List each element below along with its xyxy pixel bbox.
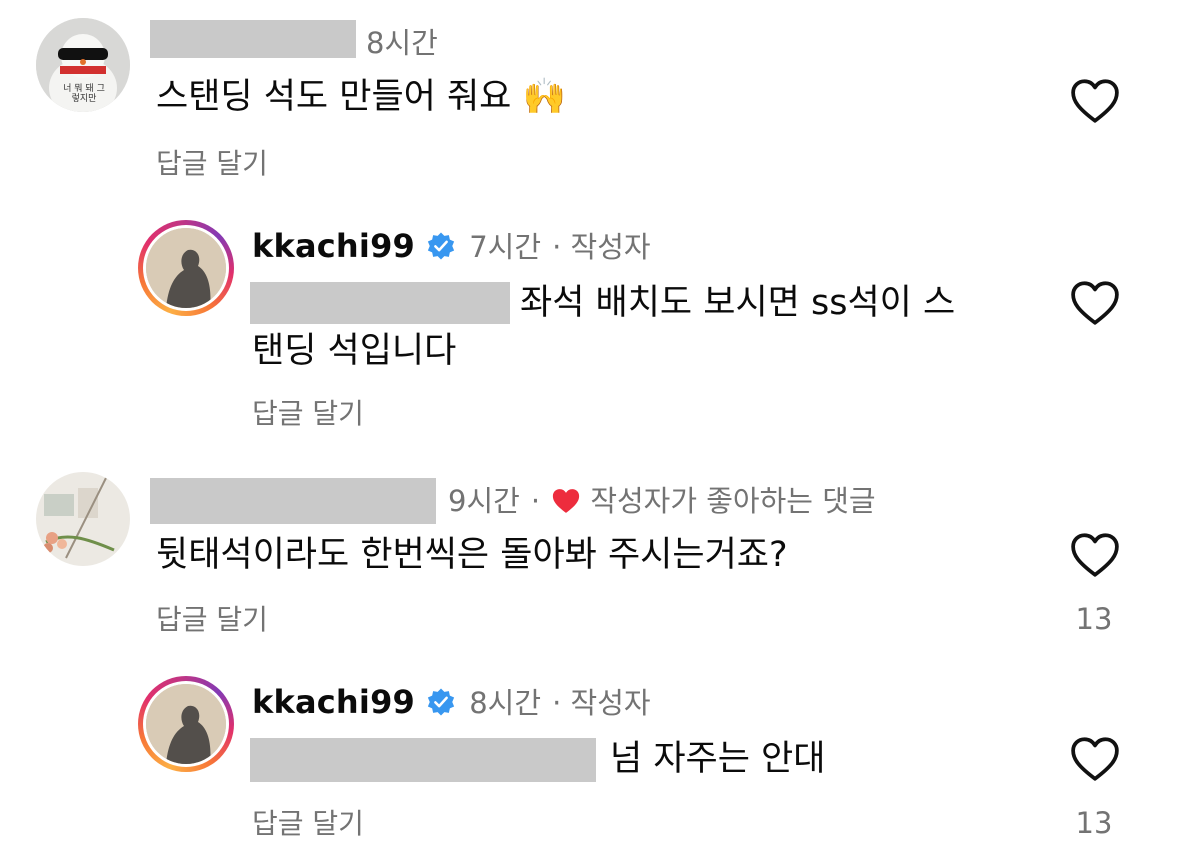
reply-button[interactable]: 답글 달기 <box>156 142 268 182</box>
author-avatar[interactable] <box>138 220 234 316</box>
reply-time: 7시간 <box>469 230 542 264</box>
reply-button[interactable]: 답글 달기 <box>252 802 364 842</box>
like-count: 13 <box>1075 602 1113 636</box>
liked-by-author-label: 작성자가 좋아하는 댓글 <box>590 484 876 518</box>
avatar-caption: 너 뭐 돼 그렇지만 <box>63 84 105 104</box>
redacted-username <box>150 20 356 58</box>
comment-text: 뒷태석이라도 한번씩은 돌아봐 주시는거죠? <box>156 535 788 575</box>
comment-time: 8시간 <box>366 26 438 60</box>
redacted-username <box>150 478 436 524</box>
heart-outline-icon[interactable] <box>1070 280 1120 326</box>
heart-outline-icon[interactable] <box>1070 736 1120 782</box>
reply-button[interactable]: 답글 달기 <box>252 392 364 432</box>
flowers-avatar-image <box>36 472 130 566</box>
heart-filled-icon <box>553 489 580 513</box>
reply-time: 8시간 <box>469 686 542 720</box>
reply-button[interactable]: 답글 달기 <box>156 598 268 638</box>
reply-header: kkachi99 8시간 · 작성자 <box>252 680 651 722</box>
raising-hands-emoji: 🙌 <box>522 77 567 117</box>
redacted-mention <box>250 738 596 782</box>
like-count: 13 <box>1075 806 1113 840</box>
verified-badge-icon <box>427 688 455 716</box>
commenter-avatar[interactable] <box>36 472 130 566</box>
reply-header: kkachi99 7시간 · 작성자 <box>252 224 651 266</box>
comment-meta-row: 9시간 · 작성자가 좋아하는 댓글 <box>448 478 876 520</box>
verified-badge-icon <box>427 232 455 260</box>
commenter-avatar[interactable]: 너 뭐 돼 그렇지만 <box>36 18 130 112</box>
reply-text-line-2: 탠딩 석입니다 <box>252 331 457 371</box>
author-avatar[interactable] <box>138 676 234 772</box>
author-label: · 작성자 <box>552 686 651 720</box>
reply-text-line-1: 좌석 배치도 보시면 ss석이 스 <box>520 283 956 323</box>
comment-time: 9시간 <box>448 484 520 518</box>
comment-text-body: 스탠딩 석도 만들어 줘요 <box>156 77 512 117</box>
redacted-mention <box>250 282 510 324</box>
username-link[interactable]: kkachi99 <box>252 227 415 265</box>
heart-outline-icon[interactable] <box>1070 532 1120 578</box>
comment-text: 스탠딩 석도 만들어 줘요 🙌 <box>156 72 566 122</box>
reply-text: 넘 자주는 안대 <box>610 739 826 779</box>
silhouette-avatar-image <box>146 228 226 308</box>
username-link[interactable]: kkachi99 <box>252 683 415 721</box>
meta-separator: · <box>530 484 541 518</box>
heart-outline-icon[interactable] <box>1070 78 1120 124</box>
author-label: · 작성자 <box>552 230 651 264</box>
silhouette-avatar-image <box>146 684 226 764</box>
